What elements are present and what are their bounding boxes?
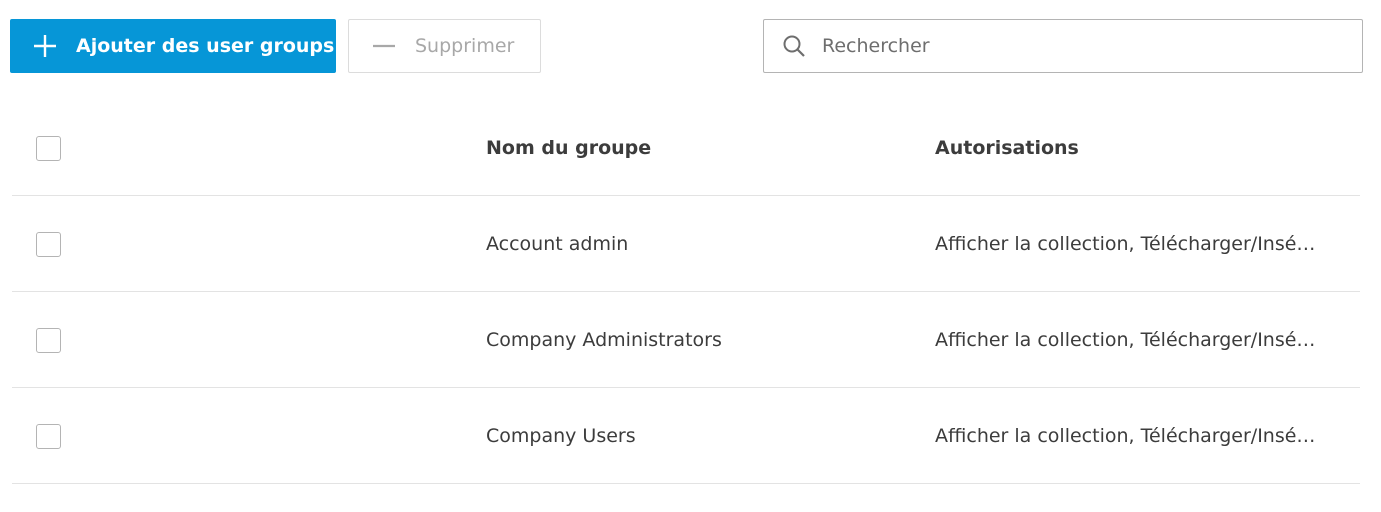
permissions-text: Afficher la collection, Télécharger/Insé… (935, 425, 1316, 447)
group-name-cell: Company Users (486, 425, 636, 447)
row-checkbox[interactable] (36, 328, 61, 353)
table-row[interactable]: Account admin Afficher la collection, Té… (12, 196, 1360, 292)
table-row[interactable]: Company Users Afficher la collection, Té… (12, 388, 1360, 484)
remove-button[interactable]: Supprimer (348, 19, 541, 73)
column-header-group-name[interactable]: Nom du groupe (486, 100, 906, 196)
search-icon (782, 34, 806, 58)
plus-icon (32, 33, 58, 59)
permissions-cell: Afficher la collection, Télécharger/Insé… (935, 388, 1335, 484)
select-all-checkbox[interactable] (36, 136, 61, 161)
row-checkbox[interactable] (36, 424, 61, 449)
column-header-permissions[interactable]: Autorisations (935, 100, 1335, 196)
minus-icon (371, 33, 397, 59)
group-name-cell: Company Administrators (486, 329, 722, 351)
toolbar: Ajouter des user groups Supprimer (0, 0, 1381, 90)
permissions-cell: Afficher la collection, Télécharger/Insé… (935, 292, 1335, 388)
remove-label: Supprimer (415, 35, 515, 57)
permissions-cell: Afficher la collection, Télécharger/Insé… (935, 196, 1335, 292)
table-row[interactable]: Company Administrators Afficher la colle… (12, 292, 1360, 388)
add-user-groups-label: Ajouter des user groups (76, 35, 335, 57)
table-header-row: Nom du groupe Autorisations (12, 100, 1360, 196)
user-groups-table: Nom du groupe Autorisations Account admi… (12, 100, 1360, 484)
permissions-text: Afficher la collection, Télécharger/Insé… (935, 329, 1316, 351)
row-checkbox[interactable] (36, 232, 61, 257)
search-box[interactable] (763, 19, 1363, 73)
search-input[interactable] (820, 34, 1340, 58)
permissions-text: Afficher la collection, Télécharger/Insé… (935, 233, 1316, 255)
group-name-cell: Account admin (486, 233, 629, 255)
add-user-groups-button[interactable]: Ajouter des user groups (10, 19, 336, 73)
